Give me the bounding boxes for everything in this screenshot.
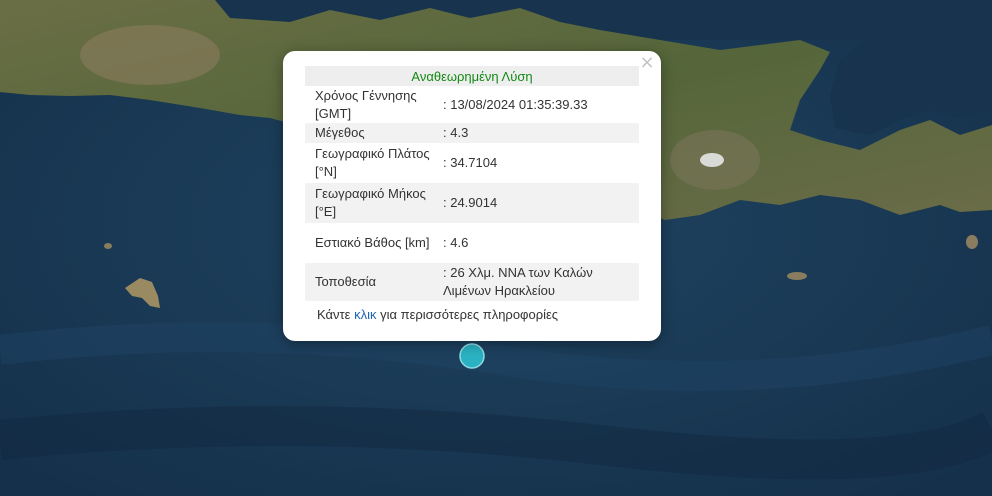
table-row: Γεωγραφικό Μήκος [°E] : 24.9014: [305, 183, 639, 223]
origin-time-label: Χρόνος Γέννησης [GMT]: [315, 87, 417, 121]
magnitude-value: : 4.3: [443, 123, 639, 143]
table-row: Γεωγραφικό Πλάτος [°N] : 34.7104: [305, 143, 639, 183]
table-row: Εστιακό Βάθος [km] : 4.6: [305, 223, 639, 263]
small-islet-east: [787, 272, 807, 280]
small-islet-far-east: [966, 235, 978, 249]
earthquake-marker[interactable]: [459, 343, 485, 369]
longitude-value: : 24.9014: [443, 183, 639, 223]
origin-time-value: : 13/08/2024 01:35:39.33: [443, 96, 588, 112]
location-label: Τοποθεσία: [305, 263, 443, 301]
footer-text-after: για περισσότερες πληροφορίες: [376, 307, 559, 322]
small-islet: [104, 243, 112, 249]
popup-title-row: Αναθεωρημένη Λύση: [305, 66, 639, 86]
close-icon[interactable]: ×: [639, 54, 655, 72]
depth-value: : 4.6: [443, 235, 469, 250]
magnitude-label: Μέγεθος: [305, 123, 443, 143]
more-info-link[interactable]: κλικ: [354, 307, 376, 322]
earthquake-info-table: Αναθεωρημένη Λύση Χρόνος Γέννησης [GMT] …: [305, 66, 639, 301]
latitude-value: : 34.7104: [443, 155, 498, 170]
popup-title: Αναθεωρημένη Λύση: [305, 66, 639, 86]
snow-peak: [700, 153, 724, 167]
popup-footer: Κάντε κλικ για περισσότερες πληροφορίες: [317, 307, 558, 322]
table-row: Μέγεθος : 4.3: [305, 123, 639, 143]
earthquake-popup: × Αναθεωρημένη Λύση Χρόνος Γέννησης [GMT…: [283, 51, 661, 341]
footer-text-before: Κάντε: [317, 307, 355, 322]
depth-label: Εστιακό Βάθος [km]: [315, 235, 430, 250]
table-row: Τοποθεσία : 26 Χλμ. ΝΝΑ των Καλών Λιμένω…: [305, 263, 639, 301]
table-row: Χρόνος Γέννησης [GMT] : 13/08/2024 01:35…: [305, 86, 639, 123]
latitude-label: Γεωγραφικό Πλάτος [°N]: [315, 146, 430, 179]
mountain-range-west: [80, 25, 220, 85]
longitude-label: Γεωγραφικό Μήκος [°E]: [305, 183, 443, 223]
location-value: : 26 Χλμ. ΝΝΑ των Καλών Λιμένων Ηρακλείο…: [443, 263, 639, 301]
